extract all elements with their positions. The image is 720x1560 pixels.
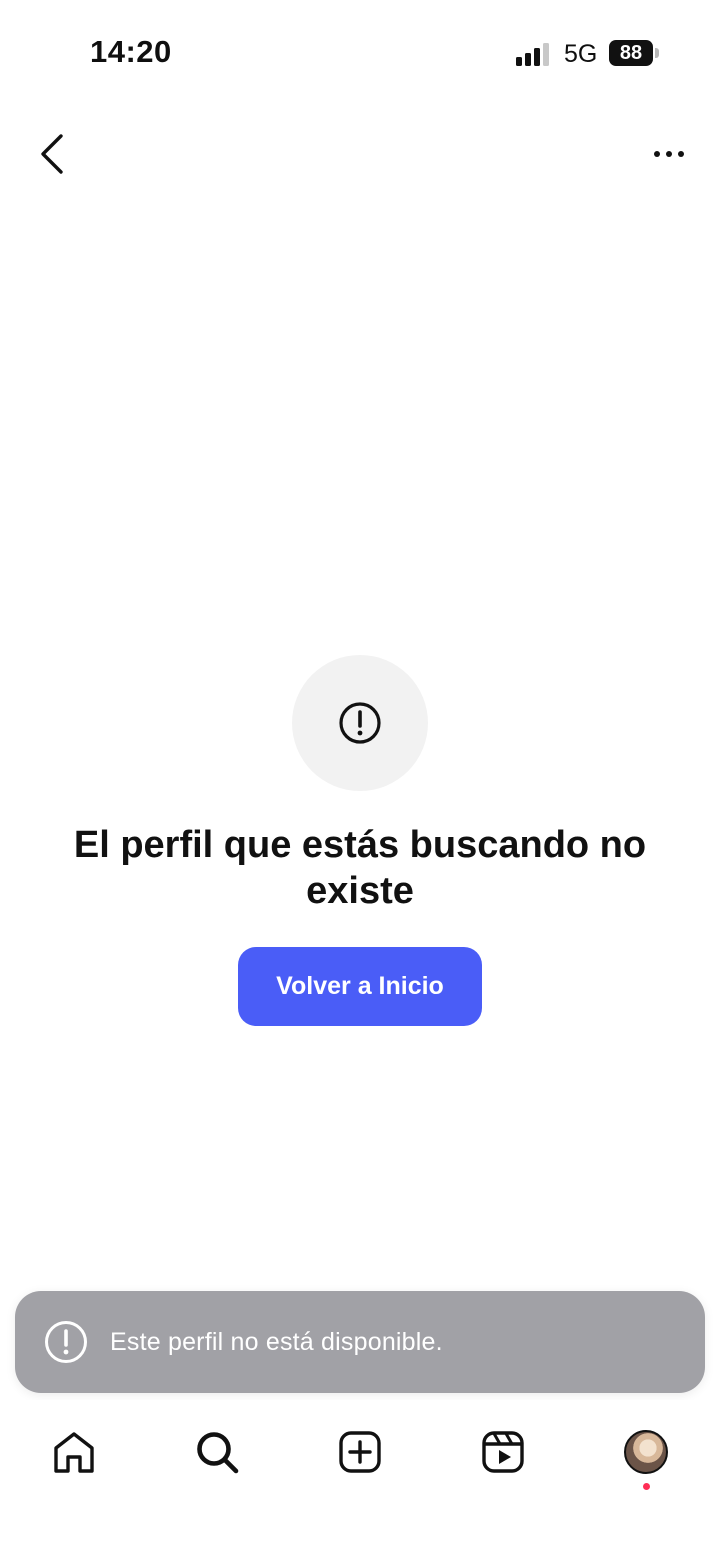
bottom-nav bbox=[0, 1400, 720, 1560]
home-icon bbox=[54, 1432, 94, 1473]
signal-strength-icon bbox=[516, 43, 549, 66]
chevron-left-icon bbox=[41, 134, 63, 174]
notification-dot bbox=[643, 1483, 650, 1490]
more-options-button[interactable] bbox=[646, 136, 692, 172]
battery-cap bbox=[655, 48, 659, 58]
alert-circle-icon bbox=[45, 1321, 87, 1363]
toast-message: Este perfil no está disponible. bbox=[110, 1327, 443, 1356]
nav-create[interactable] bbox=[332, 1424, 388, 1480]
reels-icon bbox=[482, 1431, 524, 1473]
search-icon bbox=[197, 1432, 239, 1474]
nav-home[interactable] bbox=[46, 1424, 102, 1480]
alert-badge bbox=[292, 655, 428, 791]
status-bar: 14:20 5G 88 bbox=[0, 0, 720, 100]
back-to-home-button[interactable]: Volver a Inicio bbox=[238, 947, 482, 1026]
toast-notification: Este perfil no está disponible. bbox=[15, 1291, 705, 1393]
create-post-icon bbox=[339, 1431, 381, 1473]
battery-level: 88 bbox=[609, 40, 653, 66]
profile-avatar bbox=[624, 1430, 668, 1474]
status-time: 14:20 bbox=[90, 34, 172, 69]
more-horizontal-icon bbox=[654, 151, 684, 157]
nav-reels[interactable] bbox=[475, 1424, 531, 1480]
alert-circle-icon bbox=[339, 702, 381, 744]
back-button[interactable] bbox=[30, 130, 74, 178]
network-type: 5G bbox=[564, 40, 598, 68]
nav-search[interactable] bbox=[189, 1424, 245, 1480]
page-title: El perfil que estás buscando no existe bbox=[73, 824, 647, 912]
nav-profile[interactable] bbox=[618, 1424, 674, 1480]
